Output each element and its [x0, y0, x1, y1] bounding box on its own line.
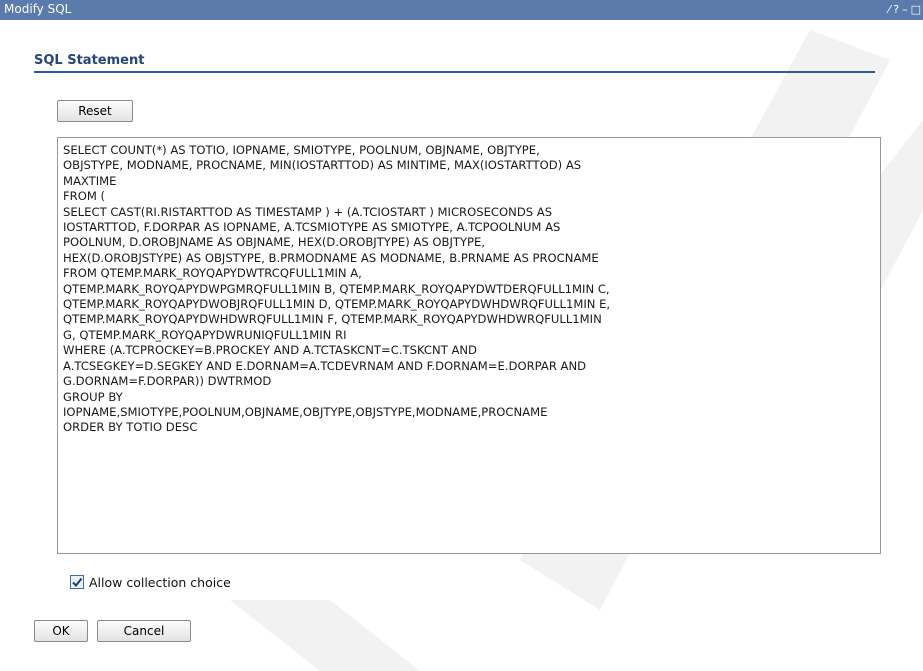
- window-title: Modify SQL: [4, 2, 72, 16]
- checkmark-icon: [72, 577, 83, 588]
- maximize-icon[interactable]: □: [911, 2, 921, 18]
- minimize-icon[interactable]: –: [902, 2, 908, 18]
- allow-collection-label: Allow collection choice: [89, 574, 231, 590]
- sql-statement-textarea[interactable]: [57, 137, 881, 554]
- cancel-button[interactable]: Cancel: [97, 620, 191, 642]
- window-titlebar: Modify SQL ⁄ ? – □: [0, 0, 923, 20]
- edit-icon[interactable]: ⁄: [888, 2, 890, 18]
- allow-collection-option[interactable]: Allow collection choice: [70, 573, 231, 591]
- reset-button[interactable]: Reset: [57, 100, 133, 122]
- sql-statement-heading: SQL Statement: [34, 53, 145, 68]
- help-icon[interactable]: ?: [893, 2, 899, 18]
- window-controls: ⁄ ? – □: [888, 2, 921, 18]
- allow-collection-checkbox[interactable]: [70, 575, 84, 589]
- ok-button[interactable]: OK: [34, 620, 88, 642]
- section-heading: SQL Statement: [34, 53, 875, 73]
